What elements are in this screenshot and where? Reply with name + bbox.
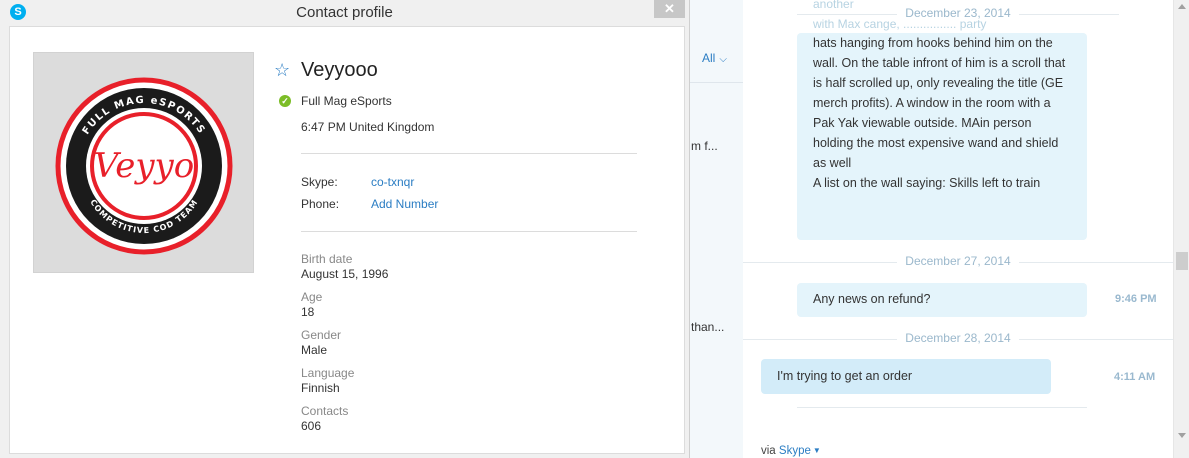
- phone-label: Phone:: [301, 197, 340, 211]
- mood-message: Full Mag eSports: [301, 94, 392, 108]
- profile-panel: FULL MAG eSPORTS COMPETITIVE COD TEAM Ve…: [9, 26, 685, 454]
- local-time: 6:47 PM United Kingdom: [301, 120, 435, 134]
- contacts-list-strip: [690, 0, 744, 458]
- dialog-title: Contact profile: [296, 4, 393, 21]
- message-bubble-incoming[interactable]: I'm trying to get an order: [761, 359, 1051, 394]
- close-icon: ✕: [664, 1, 675, 16]
- age-label: Age: [301, 290, 323, 304]
- language-label: Language: [301, 366, 355, 380]
- close-button[interactable]: ✕: [654, 0, 685, 18]
- chevron-down-icon: ⌵: [719, 54, 727, 65]
- compose-divider: [797, 407, 1087, 408]
- contacts-label: Contacts: [301, 404, 349, 418]
- section-divider: [301, 153, 637, 154]
- star-outline-icon[interactable]: ☆: [274, 60, 290, 80]
- skype-id-label: Skype:: [301, 175, 338, 189]
- date-label: December 27, 2014: [897, 254, 1019, 268]
- date-separator: December 27, 2014: [743, 252, 1173, 272]
- section-divider: [301, 231, 637, 232]
- skype-id-link[interactable]: co-txnqr: [371, 175, 414, 189]
- team-logo-image: FULL MAG eSPORTS COMPETITIVE COD TEAM Ve…: [55, 77, 233, 255]
- contact-display-name: Veyyooo: [301, 59, 378, 81]
- age-value: 18: [301, 305, 315, 319]
- add-number-link[interactable]: Add Number: [371, 197, 438, 211]
- message-bubble[interactable]: Any news on refund?: [797, 283, 1087, 317]
- chat-scrollbar[interactable]: [1173, 0, 1189, 458]
- language-value: Finnish: [301, 381, 340, 395]
- birth-date-value: August 15, 1996: [301, 267, 389, 281]
- date-separator: December 23, 2014: [743, 4, 1173, 24]
- contacts-value: 606: [301, 419, 322, 433]
- scroll-thumb[interactable]: [1176, 252, 1188, 270]
- svg-text:Veyyo: Veyyo: [94, 146, 194, 186]
- date-label: December 28, 2014: [897, 331, 1019, 345]
- filter-label: All: [702, 51, 716, 65]
- avatar: FULL MAG eSPORTS COMPETITIVE COD TEAM Ve…: [33, 52, 254, 273]
- gender-label: Gender: [301, 328, 342, 342]
- date-separator: December 28, 2014: [743, 329, 1173, 349]
- filter-divider: [690, 82, 743, 83]
- message-timestamp: 4:11 AM: [1114, 371, 1156, 383]
- via-service-link[interactable]: Skype: [779, 445, 811, 457]
- scroll-up-arrow-icon[interactable]: [1178, 4, 1186, 9]
- conversation-pane: another with Max cange, ................ …: [743, 0, 1173, 458]
- birth-date-label: Birth date: [301, 252, 353, 266]
- message-text: Any news on refund?: [813, 292, 931, 306]
- gender-value: Male: [301, 343, 328, 357]
- message-text: hats hanging from hooks behind him on th…: [813, 36, 1066, 190]
- online-check-icon: ✓: [279, 95, 291, 107]
- caret-down-icon: ▼: [812, 446, 821, 455]
- contacts-filter-dropdown[interactable]: All ⌵: [702, 51, 727, 65]
- message-text: I'm trying to get an order: [777, 369, 913, 383]
- date-label: December 23, 2014: [897, 6, 1019, 20]
- dialog-titlebar[interactable]: S Contact profile ✕: [0, 0, 689, 26]
- recent-snippet[interactable]: than...: [691, 320, 741, 334]
- contact-profile-dialog: S Contact profile ✕ FULL MAG eSPORTS COM…: [0, 0, 690, 458]
- via-selector[interactable]: via Skype ▼: [761, 445, 821, 457]
- scroll-down-arrow-icon[interactable]: [1178, 433, 1186, 438]
- recent-snippet[interactable]: m f...: [691, 139, 741, 153]
- message-timestamp: 9:46 PM: [1115, 293, 1157, 305]
- message-bubble[interactable]: hats hanging from hooks behind him on th…: [797, 33, 1087, 240]
- via-prefix: via: [761, 445, 776, 457]
